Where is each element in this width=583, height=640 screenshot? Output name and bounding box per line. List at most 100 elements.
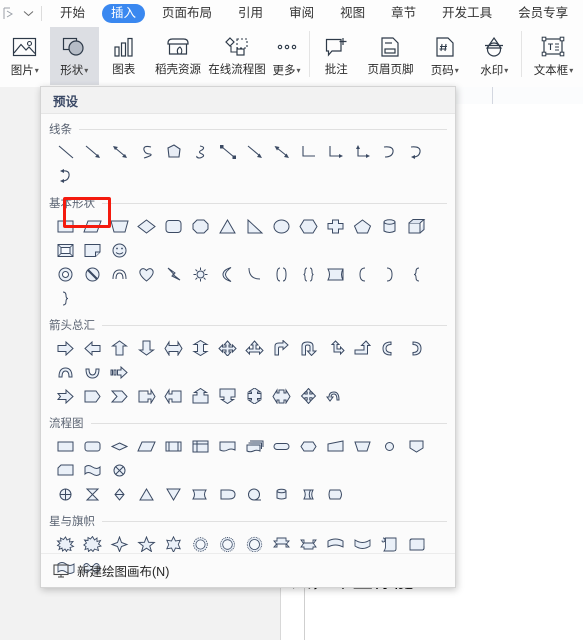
shape-up-down-arrow[interactable] xyxy=(187,336,214,360)
shape-elbow-connector[interactable] xyxy=(295,140,322,164)
shape-flowchart-preparation[interactable] xyxy=(295,434,322,458)
shape-flowchart-summing-junction[interactable] xyxy=(106,458,133,482)
shape-left-right-arrow-callout[interactable] xyxy=(268,384,295,408)
shape-trapezoid[interactable] xyxy=(106,214,133,238)
tab-developer-tools[interactable]: 开发工具 xyxy=(433,4,501,23)
ribbon-button-online-flowchart[interactable]: 在线流程图 xyxy=(208,27,267,85)
shape-quad-arrow[interactable] xyxy=(214,336,241,360)
shape-curved-arrow-connector[interactable] xyxy=(403,140,430,164)
shape-down-arrow-callout[interactable] xyxy=(214,384,241,408)
shape-flowchart-collate[interactable] xyxy=(79,482,106,506)
shape-double-brace[interactable] xyxy=(295,262,322,286)
shape-elbow-arrow-connector[interactable] xyxy=(322,140,349,164)
shape-flowchart-or[interactable] xyxy=(52,482,79,506)
shape-flowchart-manual-operation[interactable] xyxy=(349,434,376,458)
shape-connector-double-arrow[interactable] xyxy=(268,140,295,164)
shape-bevel[interactable] xyxy=(52,238,79,262)
ribbon-button-watermark[interactable]: 水印▾ xyxy=(469,27,519,85)
shape-up-arrow-callout[interactable] xyxy=(187,384,214,408)
shape-flowchart-data[interactable] xyxy=(133,434,160,458)
shape-flowchart-delay[interactable] xyxy=(214,482,241,506)
shape-line-arrow[interactable] xyxy=(79,140,106,164)
shape-flowchart-terminator[interactable] xyxy=(268,434,295,458)
tab-start[interactable]: 开始 xyxy=(51,4,94,23)
shape-folded-corner[interactable] xyxy=(79,238,106,262)
tab-member-exclusive[interactable]: 会员专享 xyxy=(509,4,577,23)
shape-u-turn-arrow[interactable] xyxy=(295,336,322,360)
shape-striped-right-arrow[interactable] xyxy=(106,360,133,384)
tab-references[interactable]: 引用 xyxy=(229,4,272,23)
shape-left-right-up-arrow[interactable] xyxy=(241,336,268,360)
ribbon-button-chart[interactable]: 图表 xyxy=(99,27,149,85)
shape-left-brace[interactable] xyxy=(403,262,430,286)
shape-double-bracket[interactable] xyxy=(268,262,295,286)
shape-diamond[interactable] xyxy=(133,214,160,238)
tab-review[interactable]: 审阅 xyxy=(280,4,323,23)
shape-flowchart-card[interactable] xyxy=(52,458,79,482)
shape-flowchart-punched-tape[interactable] xyxy=(79,458,106,482)
shape-bent-arrow[interactable] xyxy=(268,336,295,360)
tab-section[interactable]: 章节 xyxy=(382,4,425,23)
shape-curved-connector[interactable] xyxy=(376,140,403,164)
shapes-dropdown-panel[interactable]: 预设 线条 基本形状 箭头总汇 流程图 星与旗帜 新建绘图画布(N) xyxy=(40,86,456,588)
shape-curved-down-arrow[interactable] xyxy=(79,360,106,384)
shape-donut[interactable] xyxy=(52,262,79,286)
shape-up-down-arrow-callout[interactable] xyxy=(241,384,268,408)
shape-flowchart-multidocument[interactable] xyxy=(241,434,268,458)
ribbon-button-comment[interactable]: 批注 xyxy=(311,27,361,85)
shape-right-arrow[interactable] xyxy=(52,336,79,360)
ribbon-button-page-number[interactable]: 页码▾ xyxy=(420,27,470,85)
shape-flowchart-stored-data[interactable] xyxy=(187,482,214,506)
shape-flowchart-sort[interactable] xyxy=(106,482,133,506)
tab-page-layout[interactable]: 页面布局 xyxy=(153,4,221,23)
shape-no-symbol[interactable] xyxy=(79,262,106,286)
shape-moon[interactable] xyxy=(214,262,241,286)
shape-freeform[interactable] xyxy=(160,140,187,164)
shape-cube[interactable] xyxy=(403,214,430,238)
shape-flowchart-direct-access-storage[interactable] xyxy=(295,482,322,506)
shape-curved-up-arrow[interactable] xyxy=(52,360,79,384)
shape-oval[interactable] xyxy=(268,214,295,238)
shape-chevron[interactable] xyxy=(106,384,133,408)
nav-arrow-icon[interactable] xyxy=(0,0,17,27)
shape-left-arrow[interactable] xyxy=(79,336,106,360)
shape-parallelogram[interactable] xyxy=(79,214,106,238)
shape-bent-up-arrow[interactable] xyxy=(349,336,376,360)
shape-right-triangle[interactable] xyxy=(241,214,268,238)
ribbon-button-header-footer[interactable]: 页眉页脚 xyxy=(361,27,420,85)
shape-flowchart-offpage-connector[interactable] xyxy=(403,434,430,458)
shape-flowchart-internal-storage[interactable] xyxy=(187,434,214,458)
shape-left-right-arrow[interactable] xyxy=(160,336,187,360)
shape-hexagon[interactable] xyxy=(295,214,322,238)
shape-rounded-rectangle[interactable] xyxy=(160,214,187,238)
shape-cross[interactable] xyxy=(322,214,349,238)
shape-flowchart-alternate-process[interactable] xyxy=(79,434,106,458)
shape-arc[interactable] xyxy=(106,262,133,286)
shape-line-double-arrow[interactable] xyxy=(106,140,133,164)
ribbon-button-more[interactable]: 更多▾ xyxy=(267,27,307,85)
shape-left-up-arrow[interactable] xyxy=(322,336,349,360)
shape-flowchart-display[interactable] xyxy=(322,482,349,506)
shape-quarter-arc[interactable] xyxy=(241,262,268,286)
ribbon-button-text-box[interactable]: 文本框▾ xyxy=(524,27,583,85)
shape-right-brace[interactable] xyxy=(52,286,79,310)
shape-line[interactable] xyxy=(52,140,79,164)
shape-pentagon[interactable] xyxy=(349,214,376,238)
shape-rectangle[interactable] xyxy=(52,214,79,238)
shape-left-arrow-callout[interactable] xyxy=(160,384,187,408)
shape-connector-straight[interactable] xyxy=(214,140,241,164)
shape-right-bracket[interactable] xyxy=(376,262,403,286)
shape-flowchart-sequential-access-storage[interactable] xyxy=(241,482,268,506)
shape-flowchart-magnetic-disk[interactable] xyxy=(268,482,295,506)
shape-flowchart-connector[interactable] xyxy=(376,434,403,458)
shape-cylinder[interactable] xyxy=(376,214,403,238)
shape-right-arrow-callout[interactable] xyxy=(133,384,160,408)
shape-curved-left-arrow[interactable] xyxy=(403,336,430,360)
shape-flowchart-document[interactable] xyxy=(214,434,241,458)
shape-flowchart-predefined-process[interactable] xyxy=(160,434,187,458)
shape-triangle[interactable] xyxy=(214,214,241,238)
shape-octagon[interactable] xyxy=(187,214,214,238)
shape-lightning-bolt[interactable] xyxy=(160,262,187,286)
shape-quad-arrow-callout[interactable] xyxy=(295,384,322,408)
shape-heart[interactable] xyxy=(133,262,160,286)
